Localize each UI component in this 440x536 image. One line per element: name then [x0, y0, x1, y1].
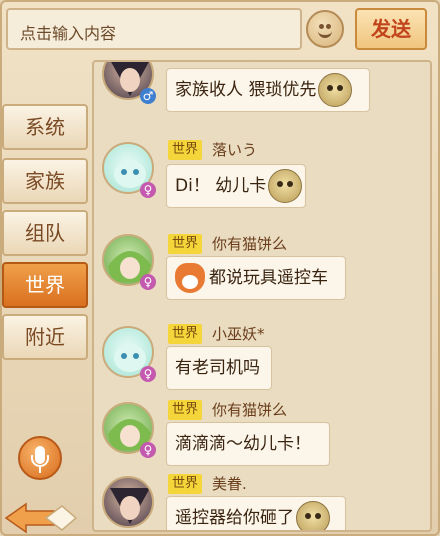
dark-hair-warrior-icon [110, 488, 150, 524]
chat-bubble: 有老司机吗 [166, 346, 272, 390]
channel-tag-world: 世界 [168, 234, 203, 254]
chat-bubble: 家族收人 猥琐优先 [166, 68, 370, 112]
message-text: 有老司机吗 [175, 358, 260, 378]
message-text: Di！ 幼儿卡 [175, 176, 267, 196]
tab-nearby[interactable]: 附近 [2, 314, 88, 360]
message-text: 滴滴滴～幼儿卡！ [175, 434, 311, 454]
message-text: 都说玩具遥控车 [209, 268, 328, 288]
fox-sticker-icon [175, 263, 205, 293]
female-gender-icon: ♀ [140, 442, 156, 458]
microphone-button[interactable] [18, 436, 62, 480]
female-gender-icon: ♀ [140, 274, 156, 290]
monkey-sticker-icon [268, 169, 303, 203]
chat-bubble: 滴滴滴～幼儿卡！ [166, 422, 330, 466]
channel-tag-world: 世界 [168, 400, 203, 420]
avatar[interactable] [102, 476, 154, 528]
microphone-stand [31, 455, 49, 467]
sender-name[interactable]: 落いう [212, 140, 257, 160]
send-button[interactable]: 发送 [355, 8, 427, 50]
sender-name[interactable]: 美眷. [212, 474, 247, 494]
chat-bubble: 都说玩具遥控车 [166, 256, 346, 300]
sender-name[interactable]: 你有猫饼么 [212, 234, 287, 254]
female-gender-icon: ♀ [140, 366, 156, 382]
channel-tag-world: 世界 [168, 324, 203, 344]
tab-team[interactable]: 组队 [2, 210, 88, 256]
sender-name[interactable]: 小巫妖* [212, 324, 265, 344]
channel-tag-world: 世界 [168, 474, 203, 494]
microphone-base [39, 467, 41, 473]
monkey-sticker-icon [318, 73, 353, 107]
tab-world[interactable]: 世界 [2, 262, 88, 308]
message-text: 遥控器给你砸了 [175, 508, 294, 528]
chat-bubble: 遥控器给你砸了 [166, 496, 346, 530]
tab-family[interactable]: 家族 [2, 158, 88, 204]
tab-system[interactable]: 系统 [2, 104, 88, 150]
collapse-arrow-icon[interactable] [4, 500, 78, 536]
emoji-eye-right [326, 24, 331, 29]
emoji-button[interactable] [306, 10, 344, 48]
smile-icon [318, 30, 332, 38]
male-gender-icon: ♂ [140, 88, 156, 104]
female-gender-icon: ♀ [140, 182, 156, 198]
monkey-sticker-icon [296, 501, 330, 530]
chat-bubble: Di！ 幼儿卡 [166, 164, 306, 208]
message-text: 家族收人 猥琐优先 [175, 80, 317, 100]
emoji-eye-left [319, 24, 324, 29]
channel-tag-world: 世界 [168, 140, 203, 160]
chat-message-list[interactable]: ♂ 家族收人 猥琐优先 ♀ 世界 落いう Di！ 幼儿卡 ♀ 世界 你有猫饼么 [92, 60, 432, 532]
sender-name[interactable]: 你有猫饼么 [212, 400, 287, 420]
chat-input[interactable]: 点击输入内容 [6, 8, 302, 50]
